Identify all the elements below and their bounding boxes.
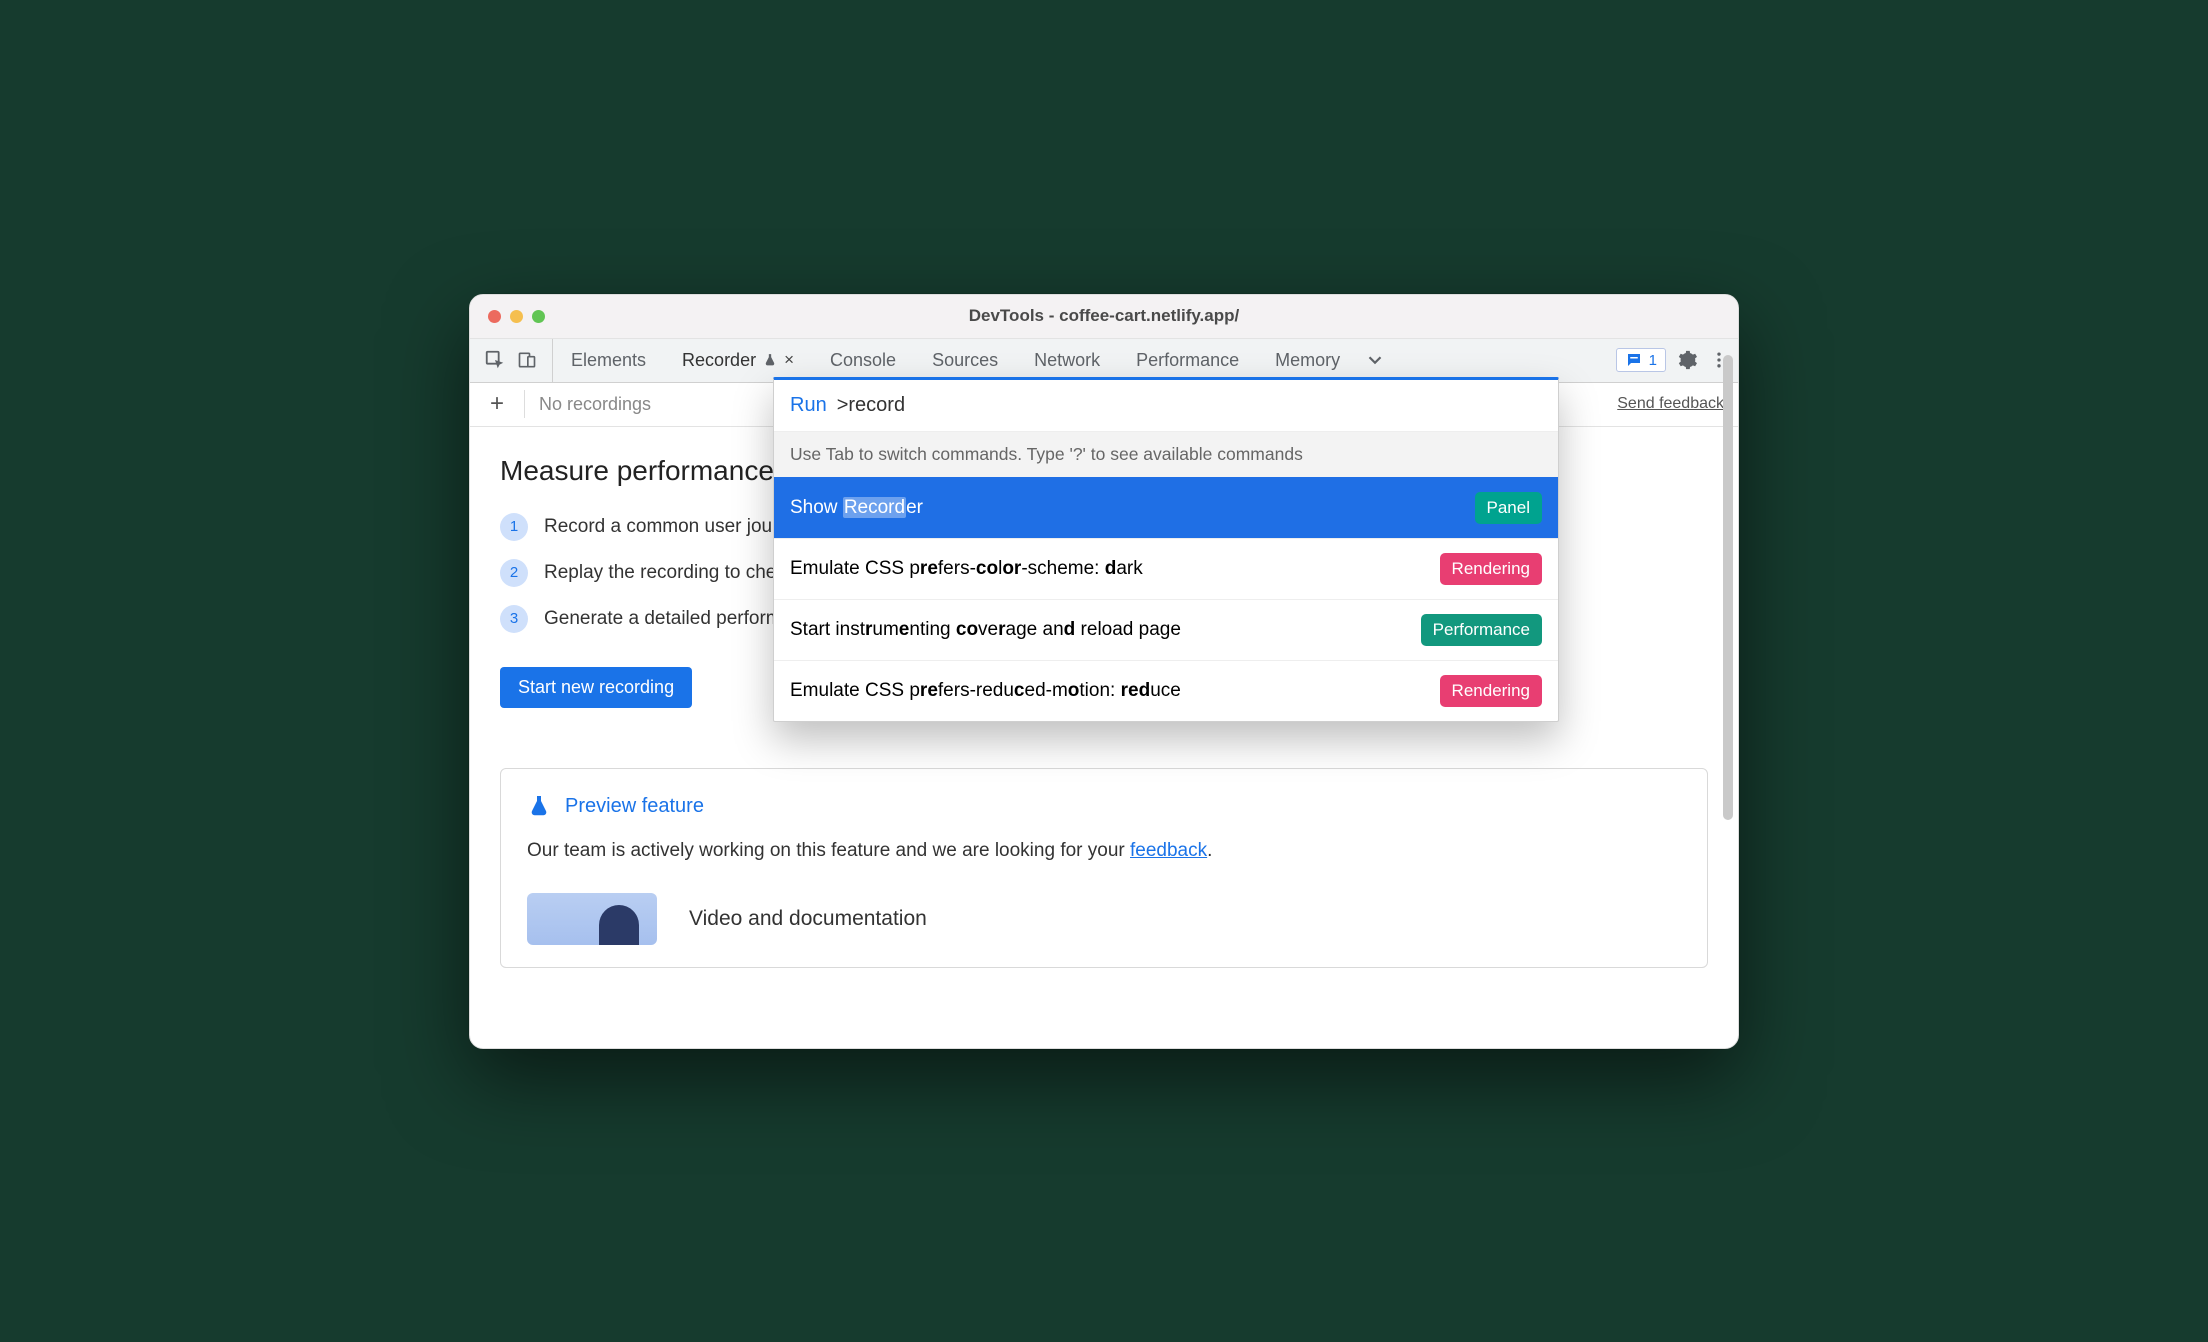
tab-label: Memory: [1275, 350, 1340, 371]
start-recording-button[interactable]: Start new recording: [500, 667, 692, 708]
flask-icon: [527, 793, 551, 819]
device-toggle-icon[interactable]: [516, 349, 538, 371]
command-item-3[interactable]: Emulate CSS prefers-reduced-motion: redu…: [774, 660, 1558, 721]
divider: [524, 390, 525, 418]
feedback-link[interactable]: feedback: [1130, 840, 1207, 861]
video-thumbnail[interactable]: [527, 893, 657, 945]
command-item-label: Show Recorder: [790, 497, 923, 519]
scrollbar[interactable]: [1723, 355, 1735, 1040]
recordings-dropdown[interactable]: No recordings: [539, 394, 651, 415]
tab-label: Elements: [571, 350, 646, 371]
command-menu: Run >record Use Tab to switch commands. …: [773, 377, 1559, 722]
inspect-icon[interactable]: [484, 349, 506, 371]
scrollbar-thumb[interactable]: [1723, 355, 1733, 821]
close-tab-icon[interactable]: ×: [784, 350, 794, 370]
step-number: 3: [500, 605, 528, 633]
command-input[interactable]: >record: [837, 394, 905, 417]
more-tabs-icon[interactable]: [1364, 349, 1386, 371]
command-item-label: Emulate CSS prefers-reduced-motion: redu…: [790, 680, 1181, 702]
devtools-tabstrip: Elements Recorder × Console Sources Network Pe…: [470, 339, 1738, 383]
command-item-badge: Performance: [1421, 614, 1542, 646]
command-run-label: Run: [790, 394, 827, 417]
tab-console[interactable]: Console: [812, 339, 914, 382]
preview-title: Preview feature: [565, 791, 704, 821]
titlebar: DevTools - coffee-cart.netlify.app/: [470, 295, 1738, 339]
command-item-2[interactable]: Start instrumenting coverage and reload …: [774, 599, 1558, 660]
command-item-badge: Rendering: [1440, 553, 1542, 585]
preview-feature-box: Preview feature Our team is actively wor…: [500, 768, 1708, 969]
chat-icon: [1625, 351, 1643, 369]
video-title: Video and documentation: [689, 903, 927, 935]
preview-body: Our team is actively working on this fea…: [527, 837, 1681, 866]
command-item-label: Emulate CSS prefers-color-scheme: dark: [790, 558, 1143, 580]
command-item-label: Start instrumenting coverage and reload …: [790, 619, 1181, 641]
issues-badge[interactable]: 1: [1616, 348, 1666, 372]
step-number: 1: [500, 513, 528, 541]
settings-icon[interactable]: [1676, 349, 1698, 371]
tab-label: Console: [830, 350, 896, 371]
tab-label: Performance: [1136, 350, 1239, 371]
preview-text: Our team is actively working on this fea…: [527, 840, 1130, 861]
window-title: DevTools - coffee-cart.netlify.app/: [470, 306, 1738, 326]
beaker-icon: [763, 352, 777, 368]
tab-network[interactable]: Network: [1016, 339, 1118, 382]
preview-text-suffix: .: [1207, 840, 1212, 861]
command-hint: Use Tab to switch commands. Type '?' to …: [774, 431, 1558, 477]
send-feedback-link[interactable]: Send feedback: [1617, 395, 1724, 413]
tab-elements[interactable]: Elements: [553, 339, 664, 382]
tab-label: Network: [1034, 350, 1100, 371]
command-item-badge: Panel: [1475, 492, 1542, 524]
tab-memory[interactable]: Memory: [1257, 339, 1358, 382]
command-item-0[interactable]: Show Recorder Panel: [774, 477, 1558, 538]
tab-label: Sources: [932, 350, 998, 371]
tab-performance[interactable]: Performance: [1118, 339, 1257, 382]
issues-count: 1: [1649, 352, 1657, 369]
tab-sources[interactable]: Sources: [914, 339, 1016, 382]
command-item-1[interactable]: Emulate CSS prefers-color-scheme: dark Re…: [774, 538, 1558, 599]
new-recording-button[interactable]: +: [484, 391, 510, 417]
command-item-badge: Rendering: [1440, 675, 1542, 707]
tab-recorder[interactable]: Recorder ×: [664, 339, 812, 382]
devtools-window: DevTools - coffee-cart.netlify.app/ Elem…: [469, 294, 1739, 1049]
tab-label: Recorder: [682, 350, 756, 371]
step-number: 2: [500, 559, 528, 587]
